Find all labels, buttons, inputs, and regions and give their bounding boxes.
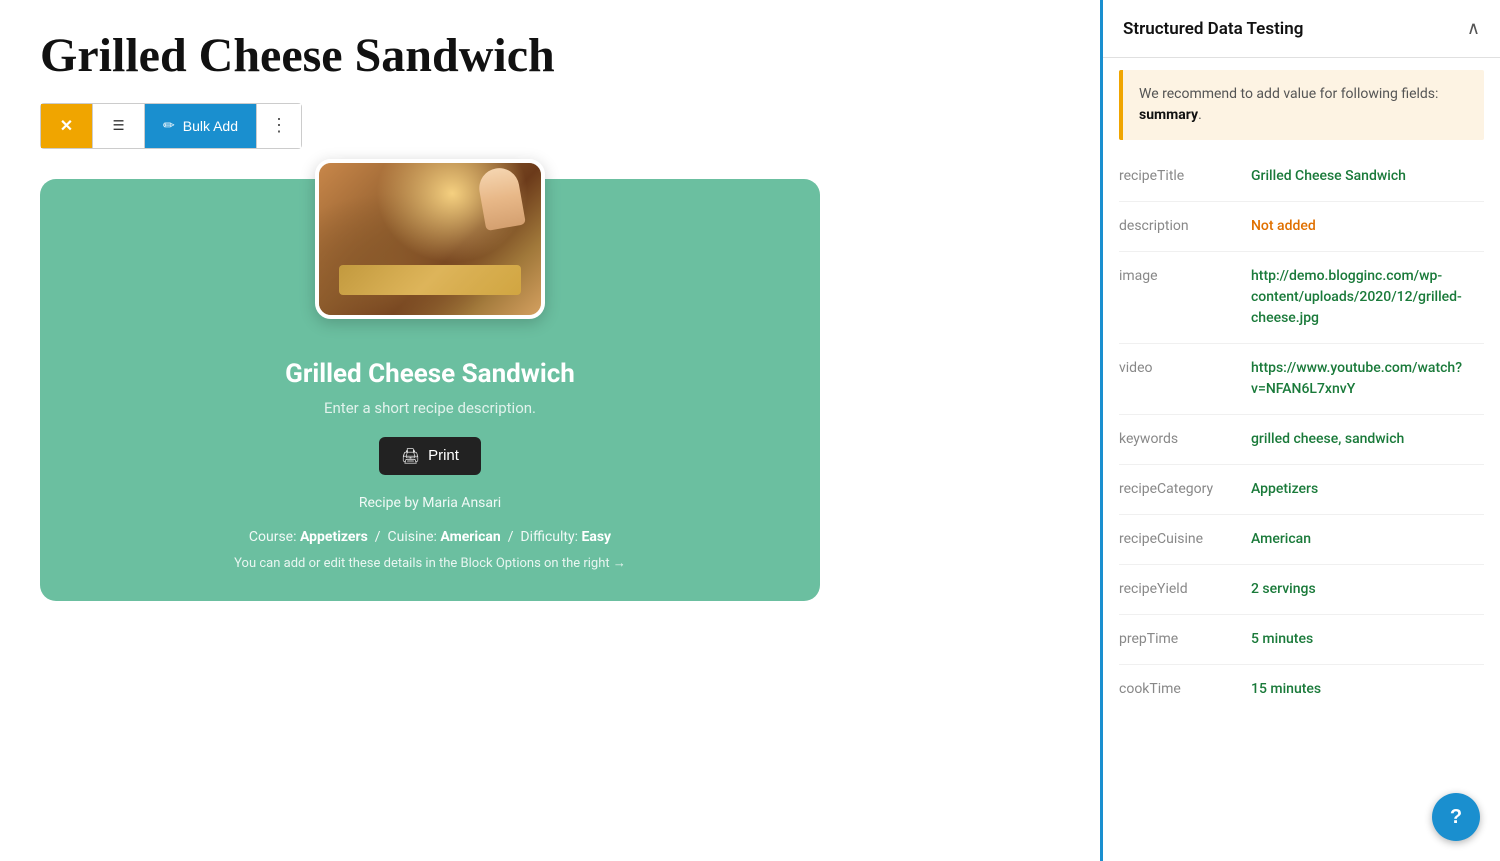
data-row: keywords grilled cheese, sandwich xyxy=(1119,415,1484,465)
more-icon: ⋮ xyxy=(270,115,288,136)
data-value: http://demo.blogginc.com/wp-content/uplo… xyxy=(1251,266,1484,329)
excel-icon: ✕ xyxy=(60,116,73,136)
data-key: description xyxy=(1119,216,1239,237)
data-key: recipeCuisine xyxy=(1119,529,1239,550)
panel-header: Structured Data Testing ∧ xyxy=(1103,0,1500,58)
more-options-button[interactable]: ⋮ xyxy=(257,104,301,148)
recipe-image-wrapper xyxy=(40,159,820,319)
printer-icon: 🖨 xyxy=(401,447,420,465)
collapse-icon: ∧ xyxy=(1467,18,1480,38)
recipe-image-inner xyxy=(319,163,541,315)
main-content: Grilled Cheese Sandwich ✕ ☰ ✏ Bulk Add ⋮… xyxy=(0,0,1100,861)
panel-collapse-button[interactable]: ∧ xyxy=(1467,18,1480,39)
data-value: grilled cheese, sandwich xyxy=(1251,429,1484,450)
print-label: Print xyxy=(428,447,459,464)
data-row: recipeTitle Grilled Cheese Sandwich xyxy=(1119,152,1484,202)
list-icon: ☰ xyxy=(113,118,125,134)
recommendation-period: . xyxy=(1198,107,1202,123)
toolbar: ✕ ☰ ✏ Bulk Add ⋮ xyxy=(40,103,302,149)
difficulty-value: Easy xyxy=(582,529,612,545)
panel-title: Structured Data Testing xyxy=(1123,19,1303,39)
data-key: recipeCategory xyxy=(1119,479,1239,500)
data-value: Grilled Cheese Sandwich xyxy=(1251,166,1484,187)
right-panel: Structured Data Testing ∧ We recommend t… xyxy=(1100,0,1500,861)
recommendation-field: summary xyxy=(1139,107,1198,123)
data-value: 5 minutes xyxy=(1251,629,1484,650)
cuisine-label: Cuisine: xyxy=(388,529,437,545)
help-icon: ? xyxy=(1450,806,1462,829)
excel-button[interactable]: ✕ xyxy=(41,104,93,148)
print-button[interactable]: 🖨 Print xyxy=(379,437,481,475)
data-key: video xyxy=(1119,358,1239,400)
recipe-meta: Course: Appetizers / Cuisine: American /… xyxy=(40,529,820,545)
recipe-card: Grilled Cheese Sandwich Enter a short re… xyxy=(40,179,820,601)
cuisine-value: American xyxy=(440,529,500,545)
list-view-button[interactable]: ☰ xyxy=(93,104,145,148)
data-value: 2 servings xyxy=(1251,579,1484,600)
difficulty-label: Difficulty: xyxy=(520,529,578,545)
course-value: Appetizers xyxy=(300,529,368,545)
recommendation-prefix: We recommend to add value for following … xyxy=(1139,86,1438,102)
recommendation-text: We recommend to add value for following … xyxy=(1139,84,1468,126)
data-row: recipeCuisine American xyxy=(1119,515,1484,565)
data-table: recipeTitle Grilled Cheese Sandwich descri… xyxy=(1103,152,1500,714)
data-value: American xyxy=(1251,529,1484,550)
data-row: video https://www.youtube.com/watch?v=NFA… xyxy=(1119,344,1484,415)
data-value: 15 minutes xyxy=(1251,679,1484,700)
help-button[interactable]: ? xyxy=(1432,793,1480,841)
pencil-icon: ✏ xyxy=(163,117,175,134)
recommendation-banner: We recommend to add value for following … xyxy=(1119,70,1484,140)
data-row: cookTime 15 minutes xyxy=(1119,665,1484,714)
data-key: image xyxy=(1119,266,1239,329)
data-value: Not added xyxy=(1251,216,1484,237)
recipe-note: You can add or edit these details in the… xyxy=(40,555,820,571)
bulk-add-label: Bulk Add xyxy=(183,118,238,134)
page-title: Grilled Cheese Sandwich xyxy=(40,30,1060,83)
data-row: imagehttp://demo.blogginc.com/wp-content… xyxy=(1119,252,1484,344)
data-value: Appetizers xyxy=(1251,479,1484,500)
course-label: Course: xyxy=(249,529,297,545)
data-key: prepTime xyxy=(1119,629,1239,650)
recipe-author: Recipe by Maria Ansari xyxy=(40,495,820,511)
data-row: description Not added xyxy=(1119,202,1484,252)
data-key: recipeYield xyxy=(1119,579,1239,600)
recipe-description: Enter a short recipe description. xyxy=(40,399,820,417)
bulk-add-button[interactable]: ✏ Bulk Add xyxy=(145,104,257,148)
data-key: recipeTitle xyxy=(1119,166,1239,187)
data-key: cookTime xyxy=(1119,679,1239,700)
data-row: recipeYield 2 servings xyxy=(1119,565,1484,615)
data-key: keywords xyxy=(1119,429,1239,450)
recipe-image xyxy=(315,159,545,319)
data-row: recipeCategory Appetizers xyxy=(1119,465,1484,515)
data-row: prepTime 5 minutes xyxy=(1119,615,1484,665)
data-value: https://www.youtube.com/watch?v=NFAN6L7x… xyxy=(1251,358,1484,400)
recipe-card-title: Grilled Cheese Sandwich xyxy=(40,359,820,389)
